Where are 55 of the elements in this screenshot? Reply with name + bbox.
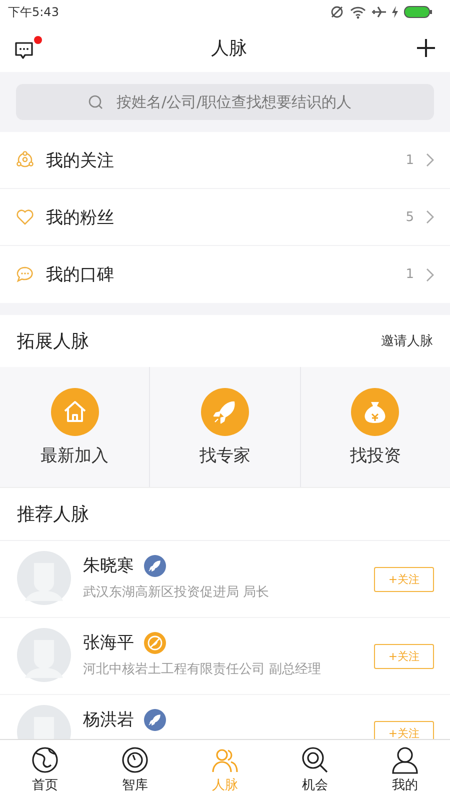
avatar-icon <box>17 551 71 605</box>
person-title: 河北中核岩土工程有限责任公司 副总经理 <box>83 661 322 678</box>
tab-item[interactable]: 首页 <box>0 740 90 800</box>
menu-count: 5 <box>406 210 414 224</box>
section-title: 拓展人脉 <box>17 330 89 353</box>
invite-link[interactable]: 邀请人脉 <box>381 332 433 350</box>
person-name: 张海平 <box>83 632 134 654</box>
person-title: 武汉东湖高新区投资促进局 局长 <box>83 584 270 601</box>
search-icon <box>301 746 329 774</box>
house-icon <box>50 388 99 436</box>
avatar-icon <box>17 628 71 682</box>
rocket-badge-icon <box>144 708 166 730</box>
add-icon[interactable] <box>416 38 436 58</box>
menu-count: 1 <box>406 267 414 282</box>
chevron-right-icon <box>426 210 434 224</box>
shortcut-tile[interactable]: 找投资 <box>300 367 450 487</box>
battery-icon <box>404 6 432 18</box>
tab-item[interactable]: 机会 <box>270 740 360 800</box>
tab-item[interactable]: 我的 <box>360 740 450 800</box>
money-bag-icon <box>351 388 400 436</box>
search-icon <box>88 95 103 110</box>
person-icon <box>391 746 419 774</box>
menu-row[interactable]: 我的关注 1 <box>0 132 450 189</box>
medal-badge-icon <box>144 632 166 654</box>
people-icon <box>211 746 239 774</box>
section-title: 推荐人脉 <box>17 503 89 526</box>
wifi-icon <box>350 6 366 18</box>
heart-icon <box>16 209 34 225</box>
chat-bubble-icon <box>16 266 34 283</box>
shortcut-tile[interactable]: 找专家 <box>150 367 300 487</box>
rocket-badge-icon <box>144 554 166 576</box>
menu-label: 我的粉丝 <box>46 206 115 228</box>
chevron-right-icon <box>426 153 434 167</box>
menu-label: 我的口碑 <box>46 264 115 286</box>
menu-row[interactable]: 我的粉丝 5 <box>0 189 450 246</box>
menu-row[interactable]: 我的口碑 1 <box>0 246 450 303</box>
menu-count: 1 <box>406 152 414 168</box>
message-icon <box>14 42 34 60</box>
chevron-right-icon <box>426 268 434 282</box>
airplane-icon <box>372 6 386 18</box>
menu-label: 我的关注 <box>46 150 115 172</box>
charging-icon <box>392 6 398 18</box>
page-title: 人脉 <box>211 37 247 60</box>
shortcut-tile[interactable]: 最新加入 <box>0 367 150 487</box>
globe-icon <box>31 746 59 774</box>
person-name: 朱晓寒 <box>83 555 134 577</box>
follow-icon <box>16 151 34 169</box>
messages-button[interactable] <box>14 36 42 60</box>
rocket-icon <box>200 388 249 436</box>
search-field[interactable]: 按姓名/公司/职位查找想要结识的人 <box>16 84 434 120</box>
tab-item[interactable]: 智库 <box>90 740 180 800</box>
alarm-off-icon <box>330 5 344 19</box>
status-time: 下午5:43 <box>8 4 59 20</box>
dial-icon <box>121 746 149 774</box>
person-name: 杨洪岩 <box>83 709 134 731</box>
